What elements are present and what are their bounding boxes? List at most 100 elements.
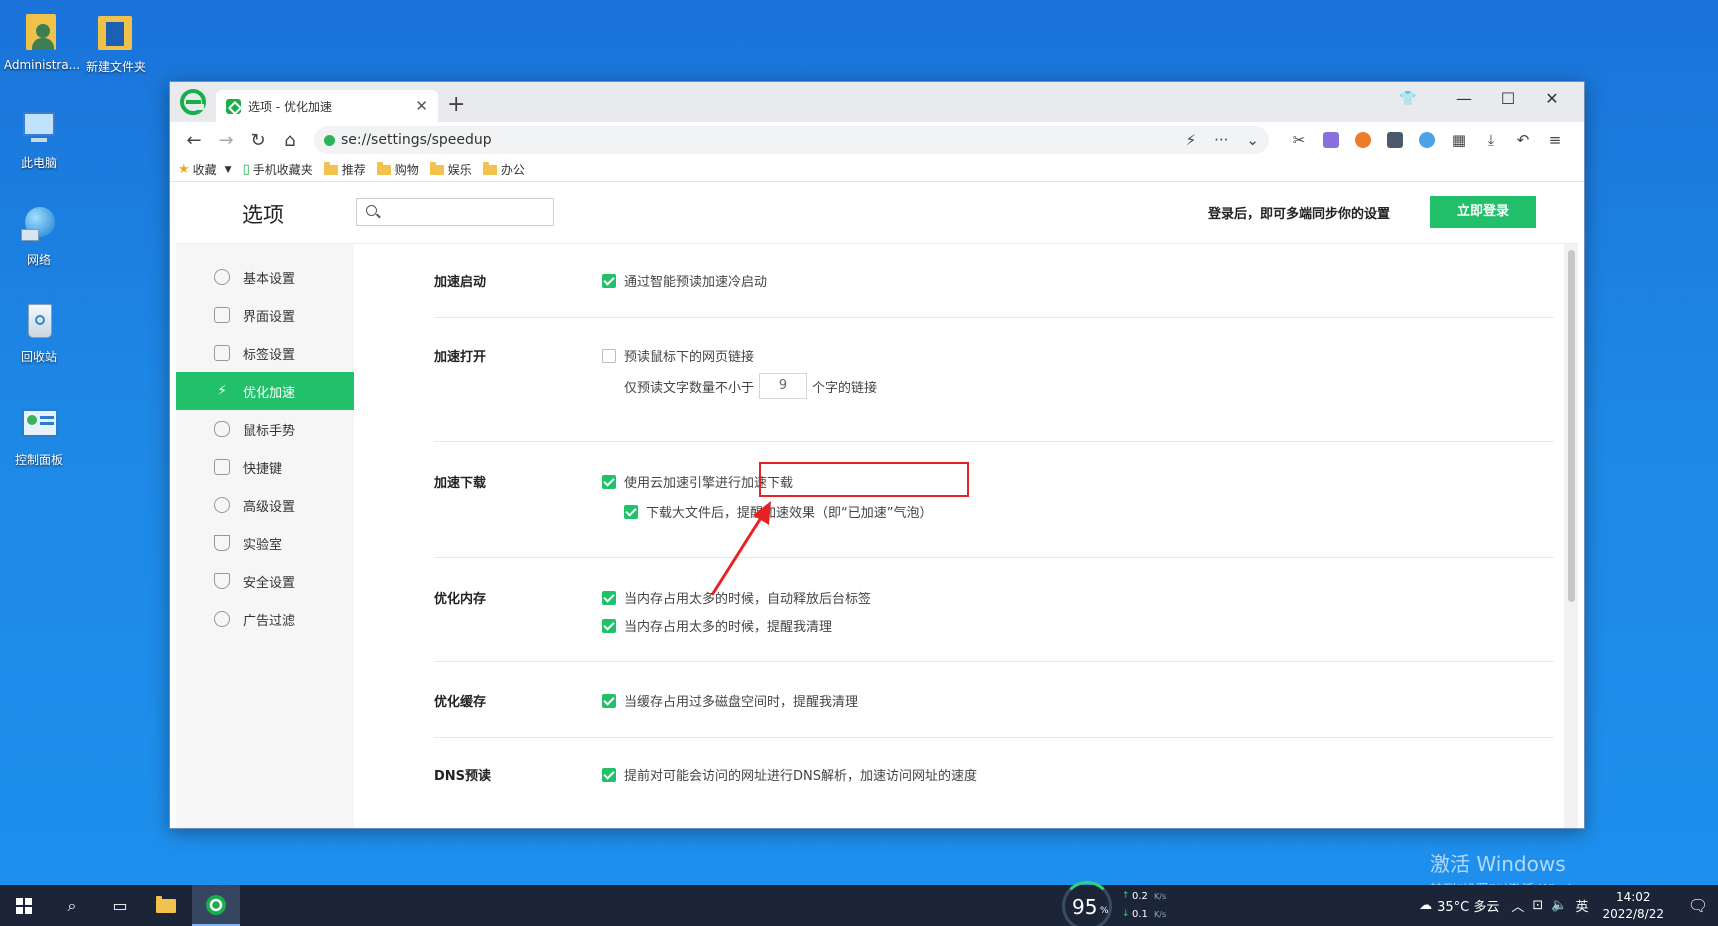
lightning-icon[interactable]: ⚡ xyxy=(1186,131,1197,149)
folder-icon xyxy=(429,161,444,175)
checkbox-unchecked[interactable] xyxy=(602,348,616,363)
sidebar-item-ad-filter[interactable]: 广告过滤 xyxy=(176,600,354,638)
checkbox-checked[interactable] xyxy=(624,504,638,519)
apps-grid-icon[interactable]: ▦ xyxy=(1443,126,1475,154)
download-icon[interactable]: ⤓ xyxy=(1475,126,1507,154)
checkbox-checked[interactable] xyxy=(602,693,616,708)
volume-icon[interactable]: 🔈 xyxy=(1551,898,1567,913)
min-chars-input[interactable]: 9 xyxy=(759,373,808,399)
toolbar-icons: ✂ ▦ ⤓ ↶ ≡ xyxy=(1283,126,1571,154)
chevron-down-icon[interactable]: ⌄ xyxy=(1246,131,1259,149)
maximize-button[interactable]: ☐ xyxy=(1486,82,1530,116)
sidebar-item-lab[interactable]: 实验室 xyxy=(176,524,354,562)
checkbox-checked[interactable] xyxy=(602,590,616,605)
notification-icon[interactable]: 🗨 xyxy=(1678,896,1718,915)
option-preload-links[interactable]: 预读鼠标下的网页链接 xyxy=(602,346,754,365)
option-label: 通过智能预读加速冷启动 xyxy=(624,275,768,290)
caret-down-icon: ▼ xyxy=(224,164,232,175)
home-button[interactable]: ⌂ xyxy=(274,126,306,154)
network-globe-icon xyxy=(17,203,61,247)
keyboard-icon xyxy=(214,459,230,475)
sidebar-item-basic[interactable]: 基本设置 xyxy=(176,258,354,296)
bookmark-folder-entertainment[interactable]: 娱乐 xyxy=(429,161,472,178)
sidebar-item-speedup[interactable]: ⚡ 优化加速 xyxy=(176,372,354,410)
reload-button[interactable]: ↻ xyxy=(242,126,274,154)
sidebar-item-security[interactable]: 安全设置 xyxy=(176,562,354,600)
sidebar-item-label: 快捷键 xyxy=(243,461,283,477)
taskbar-browser[interactable] xyxy=(192,885,240,926)
chevron-up-icon[interactable]: ︿ xyxy=(1511,896,1524,915)
shield-icon xyxy=(214,573,230,589)
checkbox-checked[interactable] xyxy=(602,474,616,489)
bookmark-mobile[interactable]: ▯ 手机收藏夹 xyxy=(243,161,313,178)
option-memory-remind[interactable]: 当内存占用太多的时候，提醒我清理 xyxy=(602,616,832,635)
bookmark-label: 娱乐 xyxy=(447,163,472,177)
input-language[interactable]: 英 xyxy=(1575,896,1588,915)
reader-icon[interactable] xyxy=(1379,126,1411,154)
checkbox-checked[interactable] xyxy=(602,618,616,633)
tab-settings[interactable]: 选项 - 优化加速 ✕ xyxy=(216,90,438,122)
task-view-icon: ▭ xyxy=(112,896,128,915)
search-input[interactable] xyxy=(383,203,549,223)
sidebar-item-label: 基本设置 xyxy=(243,271,296,287)
bookmark-label: 办公 xyxy=(500,163,525,177)
sidebar-item-advanced[interactable]: 高级设置 xyxy=(176,486,354,524)
section-label: 加速下载 xyxy=(434,476,487,491)
undo-icon[interactable]: ↶ xyxy=(1507,126,1539,154)
flask-icon xyxy=(214,535,230,551)
task-view-button[interactable]: ▭ xyxy=(96,885,144,926)
net-down-unit: K/s xyxy=(1154,910,1167,919)
sidebar-item-mouse-gesture[interactable]: 鼠标手势 xyxy=(176,410,354,448)
translate-icon[interactable] xyxy=(1315,126,1347,154)
scrollbar-thumb[interactable] xyxy=(1568,250,1575,602)
desktop-icon-control-panel[interactable]: 控制面板 xyxy=(0,403,81,468)
url-text: se://settings/speedup xyxy=(341,132,492,148)
close-tab-icon[interactable]: ✕ xyxy=(415,97,428,115)
more-icon[interactable]: ··· xyxy=(1214,131,1228,149)
desktop-icon-new-folder[interactable]: 新建文件夹 xyxy=(74,10,158,75)
desktop-icon-recycle-bin[interactable]: 回收站 xyxy=(0,300,81,365)
url-field[interactable]: se://settings/speedup ⚡ ··· ⌄ xyxy=(314,126,1269,154)
game-icon[interactable] xyxy=(1347,126,1379,154)
star-icon: ★ xyxy=(178,162,190,177)
wrench-icon xyxy=(214,497,230,513)
bookmark-folder-recommend[interactable]: 推荐 xyxy=(323,161,366,178)
address-bar: ← → ↻ ⌂ se://settings/speedup ⚡ ··· ⌄ ✂ … xyxy=(170,122,1584,158)
desktop-icon-network[interactable]: 网络 xyxy=(0,203,81,268)
sidebar-item-label: 界面设置 xyxy=(243,309,296,325)
bookmark-label: 推荐 xyxy=(341,163,366,177)
option-dns-preresolve[interactable]: 提前对可能会访问的网址进行DNS解析，加速访问网址的速度 xyxy=(602,765,977,784)
start-button[interactable] xyxy=(0,885,48,926)
performance-widget[interactable]: 95 % ↑ 0.2 K/s ↓ 0.1 K/s xyxy=(1062,881,1180,926)
network-icon[interactable]: ⊡ xyxy=(1532,898,1543,913)
new-tab-button[interactable]: + xyxy=(447,92,465,117)
close-window-button[interactable]: ✕ xyxy=(1530,82,1574,116)
settings-search[interactable] xyxy=(356,198,554,226)
login-button[interactable]: 立即登录 xyxy=(1430,196,1536,228)
sidebar-item-tabs[interactable]: 标签设置 xyxy=(176,334,354,372)
taskbar-file-explorer[interactable] xyxy=(144,885,192,926)
minus-circle-icon[interactable] xyxy=(1411,126,1443,154)
bookmark-folder-office[interactable]: 办公 xyxy=(482,161,525,178)
menu-icon[interactable]: ≡ xyxy=(1539,126,1571,154)
scissors-icon[interactable]: ✂ xyxy=(1283,126,1315,154)
skin-icon[interactable]: 👕 xyxy=(1386,82,1430,116)
option-smart-preload[interactable]: 通过智能预读加速冷启动 xyxy=(602,271,767,290)
checkbox-checked[interactable] xyxy=(602,273,616,288)
minimize-button[interactable]: — xyxy=(1442,82,1486,116)
search-button[interactable]: ⌕ xyxy=(48,885,96,926)
checkbox-checked[interactable] xyxy=(602,767,616,782)
back-button[interactable]: ← xyxy=(178,126,210,154)
bookmark-folder-shopping[interactable]: 购物 xyxy=(376,161,419,178)
sidebar-item-interface[interactable]: 界面设置 xyxy=(176,296,354,334)
weather-text[interactable]: 35°C 多云 xyxy=(1437,896,1499,915)
desktop-icon-administrator[interactable]: Administra... xyxy=(0,10,84,72)
vertical-scrollbar[interactable] xyxy=(1564,244,1578,828)
bookmark-favorites[interactable]: ★ 收藏 ▼ xyxy=(178,161,232,178)
phone-icon: ▯ xyxy=(242,162,250,177)
desktop-icon-this-pc[interactable]: 此电脑 xyxy=(0,106,81,171)
option-cache-remind[interactable]: 当缓存占用过多磁盘空间时，提醒我清理 xyxy=(602,691,858,710)
clock[interactable]: 14:02 2022/8/22 xyxy=(1602,889,1664,923)
sidebar-item-shortcuts[interactable]: 快捷键 xyxy=(176,448,354,486)
forward-button[interactable]: → xyxy=(210,126,242,154)
